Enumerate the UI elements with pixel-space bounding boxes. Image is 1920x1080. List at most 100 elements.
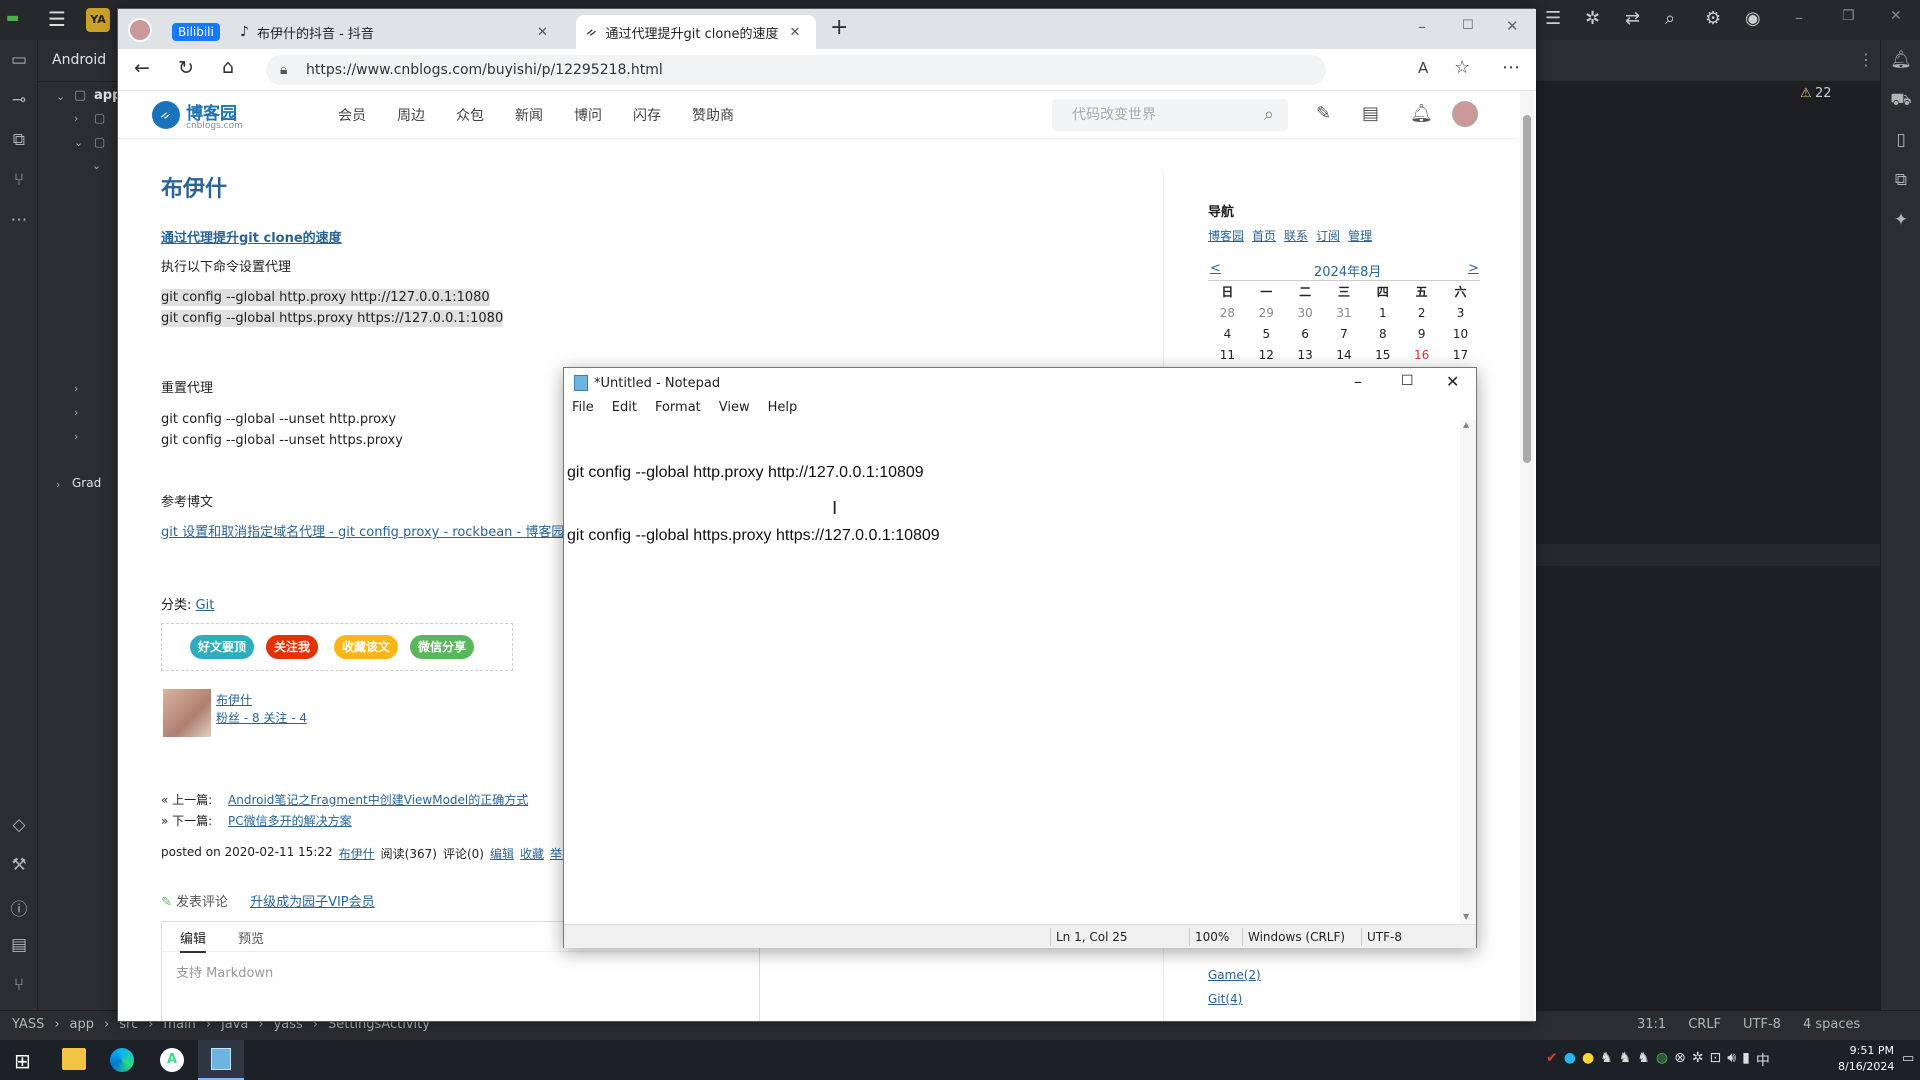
edit-link[interactable]: 编辑: [490, 845, 514, 862]
tray-app-icon[interactable]: ⊗: [1674, 1050, 1686, 1070]
back-icon[interactable]: ←: [134, 57, 150, 79]
menu-view[interactable]: View: [719, 400, 750, 420]
calendar-day[interactable]: 30: [1286, 302, 1325, 323]
browser-close-icon[interactable]: ✕: [1506, 17, 1519, 35]
list-icon[interactable]: ☰: [1545, 8, 1561, 29]
notification-bell-icon[interactable]: 🔔︎: [1410, 103, 1433, 124]
wechat-share-button[interactable]: 微信分享: [410, 635, 475, 659]
page-scrollbar[interactable]: [1520, 91, 1534, 1021]
follow-button[interactable]: 关注我: [266, 635, 319, 659]
project-folder-icon[interactable]: ▭: [0, 50, 38, 70]
profile-avatar[interactable]: [128, 18, 152, 42]
gradle-icon[interactable]: ⛟: [1882, 90, 1920, 112]
microphone-icon[interactable]: ▮: [1742, 1050, 1750, 1070]
sidebar-nav-link[interactable]: 订阅: [1316, 227, 1340, 244]
bug-icon[interactable]: ✲: [1585, 8, 1600, 29]
calendar-day[interactable]: 2: [1402, 302, 1441, 323]
site-logo[interactable]: ᨀ 博客园 cnblogs.com: [152, 99, 243, 131]
browser-maximize-icon[interactable]: ☐: [1462, 18, 1474, 33]
tree-chevron-icon[interactable]: ⌄: [92, 159, 101, 172]
menu-file[interactable]: File: [572, 400, 594, 420]
project-badge[interactable]: YA: [86, 8, 110, 32]
scroll-up-icon[interactable]: ▲: [1463, 420, 1469, 429]
nav-link[interactable]: 闪存: [633, 105, 661, 125]
notepad-taskbar-button[interactable]: [198, 1040, 244, 1080]
breadcrumb-item[interactable]: app: [70, 1017, 94, 1032]
sync-icon[interactable]: ⇄: [1625, 8, 1640, 29]
notepad-maximize-icon[interactable]: ☐: [1401, 373, 1414, 389]
ide-restore-icon[interactable]: ❐: [1842, 8, 1855, 24]
vip-link[interactable]: 升级成为园子VIP会员: [250, 891, 375, 910]
calendar-day[interactable]: 8: [1363, 323, 1402, 344]
nav-link[interactable]: 会员: [338, 105, 366, 125]
tab-close-icon[interactable]: ✕: [537, 25, 548, 40]
next-post-link[interactable]: PC微信多开的解决方案: [228, 814, 352, 828]
author-stats-link[interactable]: 粉丝 - 8 关注 - 4: [216, 709, 307, 726]
calendar-day[interactable]: 10: [1441, 323, 1480, 344]
menu-edit[interactable]: Edit: [612, 400, 637, 420]
nav-link[interactable]: 赞助商: [692, 105, 734, 125]
tree-chevron-icon[interactable]: ›: [74, 112, 78, 125]
pull-request-icon[interactable]: ⑂: [0, 170, 38, 190]
blog-title[interactable]: 布伊什: [161, 171, 227, 203]
tree-chevron-icon[interactable]: ⌄: [56, 90, 65, 103]
calendar-day[interactable]: 29: [1247, 302, 1286, 323]
calendar-day[interactable]: 3: [1441, 302, 1480, 323]
scrollbar-thumb[interactable]: [1523, 115, 1531, 463]
sidebar-category-link[interactable]: Game(2): [1208, 968, 1261, 982]
breadcrumb-item[interactable]: YASS: [12, 1017, 44, 1032]
sidebar-nav-link[interactable]: 博客园: [1208, 227, 1244, 244]
category-link[interactable]: Git: [196, 598, 215, 613]
nav-link[interactable]: 周边: [397, 105, 425, 125]
tree-chevron-icon[interactable]: ›: [74, 406, 78, 419]
tab-close-icon[interactable]: ✕: [789, 25, 800, 40]
structure-icon[interactable]: ⧉: [0, 130, 38, 150]
git-icon[interactable]: ⑂: [0, 975, 38, 995]
tree-chevron-icon[interactable]: ›: [74, 430, 78, 443]
posted-author-link[interactable]: 布伊什: [339, 845, 375, 862]
calendar-day[interactable]: 5: [1247, 323, 1286, 344]
calendar-day[interactable]: 9: [1402, 323, 1441, 344]
qq-icon[interactable]: ♞: [1637, 1050, 1650, 1070]
account-icon[interactable]: ◉: [1745, 8, 1761, 29]
calendar-day[interactable]: 17: [1441, 344, 1480, 365]
bilibili-tab-label[interactable]: Bilibili: [172, 23, 220, 41]
editor-placeholder[interactable]: 支持 Markdown: [176, 962, 273, 981]
more-tools-icon[interactable]: ⋯: [0, 210, 38, 230]
favorite-post-button[interactable]: 收藏该文: [334, 635, 399, 659]
network-icon[interactable]: ⊡: [1710, 1050, 1722, 1070]
site-search-input[interactable]: 代码改变世界 ⌕: [1052, 99, 1288, 131]
calendar-day[interactable]: 1: [1363, 302, 1402, 323]
lock-icon[interactable]: 🔒︎: [280, 55, 287, 85]
calendar-day[interactable]: 13: [1286, 344, 1325, 365]
nav-link[interactable]: 新闻: [515, 105, 543, 125]
notepad-close-icon[interactable]: ✕: [1446, 372, 1459, 391]
search-icon[interactable]: ⌕: [1665, 8, 1675, 29]
home-icon[interactable]: ⌂: [222, 56, 234, 78]
calendar-day[interactable]: 14: [1325, 344, 1364, 365]
read-aloud-icon[interactable]: A: [1418, 59, 1428, 77]
collect-link[interactable]: 收藏: [520, 845, 544, 862]
calendar-day[interactable]: 31: [1325, 302, 1364, 323]
qq-icon[interactable]: ♞: [1600, 1050, 1613, 1070]
sidebar-nav-link[interactable]: 管理: [1348, 227, 1372, 244]
calendar-day[interactable]: 12: [1247, 344, 1286, 365]
url-input[interactable]: 🔒︎ https://www.cnblogs.com/buyishi/p/122…: [266, 55, 1326, 85]
gradle-scripts-label[interactable]: Grad: [72, 476, 101, 490]
build-icon[interactable]: ⚒: [0, 855, 38, 875]
file-explorer-icon[interactable]: [62, 1048, 86, 1070]
ide-close-icon[interactable]: ✕: [1890, 8, 1902, 24]
prev-post-link[interactable]: Android笔记之Fragment中创建ViewModel的正确方式: [228, 793, 528, 807]
calendar-day[interactable]: 28: [1208, 302, 1247, 323]
tree-chevron-icon[interactable]: ›: [56, 478, 60, 491]
tray-app-icon[interactable]: ✔: [1546, 1050, 1558, 1070]
clock[interactable]: 9:51 PM 8/16/2024: [1838, 1043, 1894, 1075]
line-separator[interactable]: CRLF: [1688, 1017, 1721, 1032]
device-manager-icon[interactable]: ▯: [1882, 130, 1920, 150]
notepad-text-area[interactable]: git config --global http.proxy http://12…: [567, 420, 1453, 924]
menu-help[interactable]: Help: [768, 400, 798, 420]
menu-format[interactable]: Format: [655, 400, 701, 420]
author-avatar[interactable]: [163, 689, 211, 737]
windows-start-icon[interactable]: ⊞: [14, 1049, 31, 1073]
code-editor[interactable]: ⚠ 22 找看: [1480, 82, 1880, 1010]
